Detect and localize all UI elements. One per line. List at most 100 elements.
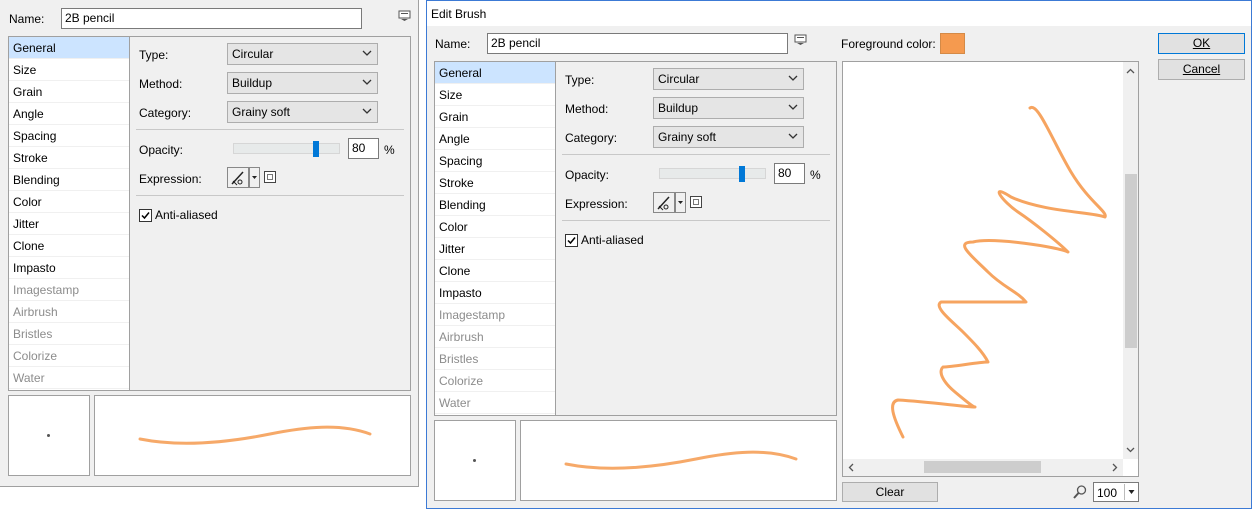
name-field[interactable]: 2B pencil: [61, 8, 362, 29]
method-select[interactable]: Buildup: [227, 72, 378, 94]
opacity-slider-thumb[interactable]: [739, 166, 745, 182]
category-item-impasto[interactable]: Impasto: [9, 257, 129, 279]
name-label: Name:: [9, 12, 45, 26]
method-select[interactable]: Buildup: [653, 97, 804, 119]
chevron-down-icon: [788, 75, 798, 81]
name-field[interactable]: 2B pencil: [487, 33, 788, 54]
method-label: Method:: [139, 77, 183, 91]
type-label: Type:: [139, 48, 169, 62]
opacity-slider-thumb[interactable]: [313, 141, 319, 157]
scroll-down-icon[interactable]: [1123, 442, 1138, 457]
ok-button[interactable]: OK: [1158, 33, 1245, 54]
divider: [562, 220, 830, 221]
chevron-down-icon: [788, 104, 798, 110]
category-item-impasto[interactable]: Impasto: [435, 282, 555, 304]
category-item-angle[interactable]: Angle: [9, 103, 129, 125]
antialiased-checkbox[interactable]: [565, 234, 578, 247]
category-list: General Size Grain Angle Spacing Stroke Blendi…: [8, 36, 130, 391]
settings-area: Type: Circular Method: Buildup Category:…: [129, 36, 411, 391]
save-brush-icon[interactable]: [794, 34, 807, 46]
cancel-button[interactable]: Cancel: [1158, 59, 1245, 80]
method-value: Buildup: [232, 76, 273, 90]
category-item-grain[interactable]: Grain: [9, 81, 129, 103]
divider: [136, 129, 404, 130]
category-item-color[interactable]: Color: [9, 191, 129, 213]
category-item-spacing[interactable]: Spacing: [435, 150, 555, 172]
category-item-jitter[interactable]: Jitter: [435, 238, 555, 260]
opacity-slider[interactable]: [659, 168, 766, 179]
horizontal-scrollbar[interactable]: [843, 459, 1123, 476]
scroll-up-icon[interactable]: [1123, 64, 1138, 79]
category-item-grain[interactable]: Grain: [435, 106, 555, 128]
scroll-right-icon[interactable]: [1107, 459, 1122, 476]
antialiased-checkbox[interactable]: [139, 209, 152, 222]
category-item-color[interactable]: Color: [435, 216, 555, 238]
category-label: Category:: [139, 106, 192, 120]
expression-dropdown-button[interactable]: [249, 167, 260, 188]
category-item-imagestamp[interactable]: Imagestamp: [435, 304, 555, 326]
category-item-bristles[interactable]: Bristles: [9, 323, 129, 345]
cancel-button-label: Cancel: [1182, 62, 1221, 76]
category-item-stroke[interactable]: Stroke: [9, 147, 129, 169]
expression-settings-icon[interactable]: [264, 171, 276, 183]
type-select[interactable]: Circular: [227, 43, 378, 65]
dialog-title: Edit Brush: [431, 7, 487, 21]
expression-settings-icon[interactable]: [690, 196, 702, 208]
zoom-dropdown-button[interactable]: [1124, 484, 1138, 500]
method-label: Method:: [565, 102, 609, 116]
expression-dropdown-button[interactable]: [675, 192, 686, 213]
opacity-unit: %: [810, 168, 821, 182]
expression-label: Expression:: [565, 197, 628, 211]
divider: [136, 195, 404, 196]
category-item-water[interactable]: Water: [9, 367, 129, 389]
category-item-airbrush[interactable]: Airbrush: [435, 326, 555, 348]
zoom-select[interactable]: 100: [1093, 482, 1139, 502]
antialiased-label: Anti-aliased: [155, 208, 218, 222]
category-item-water[interactable]: Water: [435, 392, 555, 414]
save-brush-icon[interactable]: [398, 10, 411, 22]
opacity-input[interactable]: 80: [774, 163, 805, 184]
opacity-slider[interactable]: [233, 143, 340, 154]
vertical-scrollbar[interactable]: [1123, 62, 1138, 459]
brush-panel: Name: 2B pencil General Size Grain Angle Spa…: [0, 0, 419, 487]
category-item-bristles[interactable]: Bristles: [435, 348, 555, 370]
category-item-angle[interactable]: Angle: [435, 128, 555, 150]
foreground-color-label: Foreground color:: [841, 37, 936, 51]
category-item-colorize[interactable]: Colorize: [435, 370, 555, 392]
scratch-pad[interactable]: [842, 61, 1139, 477]
category-item-general[interactable]: General: [435, 62, 555, 84]
category-item-spacing[interactable]: Spacing: [9, 125, 129, 147]
type-select[interactable]: Circular: [653, 68, 804, 90]
category-item-general[interactable]: General: [9, 37, 129, 59]
category-item-imagestamp[interactable]: Imagestamp: [9, 279, 129, 301]
stroke-preview-curve: [138, 425, 372, 445]
category-item-stroke[interactable]: Stroke: [435, 172, 555, 194]
scratch-pad-stroke: [891, 106, 1107, 439]
dab-preview: [8, 395, 90, 476]
category-select[interactable]: Grainy soft: [227, 101, 378, 123]
category-select[interactable]: Grainy soft: [653, 126, 804, 148]
opacity-input[interactable]: 80: [348, 138, 379, 159]
opacity-unit: %: [384, 143, 395, 157]
vertical-scroll-thumb[interactable]: [1125, 174, 1137, 348]
chevron-down-icon: [362, 79, 372, 85]
expression-button[interactable]: [227, 167, 249, 188]
category-item-jitter[interactable]: Jitter: [9, 213, 129, 235]
checkmark-icon: [141, 212, 150, 220]
scroll-left-icon[interactable]: [844, 459, 859, 476]
category-item-airbrush[interactable]: Airbrush: [9, 301, 129, 323]
foreground-color-swatch[interactable]: [940, 33, 965, 54]
category-item-blending[interactable]: Blending: [435, 194, 555, 216]
category-item-clone[interactable]: Clone: [9, 235, 129, 257]
caret-down-icon: [252, 176, 257, 179]
horizontal-scroll-thumb[interactable]: [924, 461, 1041, 473]
category-item-colorize[interactable]: Colorize: [9, 345, 129, 367]
expression-button[interactable]: [653, 192, 675, 213]
zoom-value: 100: [1097, 486, 1118, 500]
category-item-size[interactable]: Size: [9, 59, 129, 81]
category-item-size[interactable]: Size: [435, 84, 555, 106]
category-item-blending[interactable]: Blending: [9, 169, 129, 191]
category-value: Grainy soft: [658, 130, 717, 144]
clear-button[interactable]: Clear: [842, 482, 938, 502]
category-item-clone[interactable]: Clone: [435, 260, 555, 282]
